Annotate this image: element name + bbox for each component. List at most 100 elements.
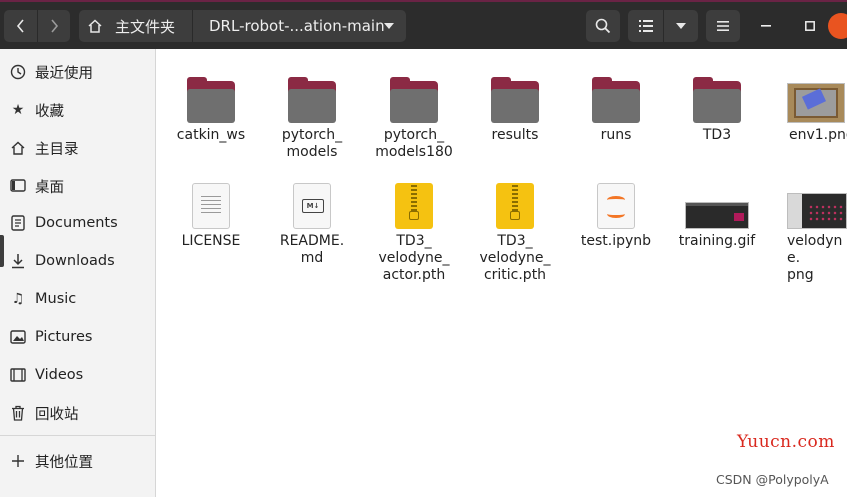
archive-file-icon <box>496 183 534 229</box>
music-icon: ♫ <box>11 291 25 307</box>
picture-icon <box>9 328 27 346</box>
view-options <box>628 10 698 42</box>
desktop-icon <box>9 177 27 195</box>
clock-icon <box>9 63 27 81</box>
sidebar-item-label: 最近使用 <box>35 65 93 82</box>
minimize-icon <box>761 25 771 27</box>
file-name: velodyne. png <box>787 233 843 283</box>
file-name: test.ipynb <box>580 233 652 249</box>
sidebar-item-label: 桌面 <box>35 179 64 196</box>
file-item-catkin-ws[interactable]: catkin_ws <box>160 71 262 144</box>
image-thumbnail <box>787 193 847 229</box>
file-item-results[interactable]: results <box>464 71 566 144</box>
sidebar-divider <box>0 435 155 436</box>
folder-icon <box>592 77 640 123</box>
list-view-button[interactable] <box>628 10 663 42</box>
sidebar-item-starred[interactable]: ★ 收藏 <box>0 92 155 128</box>
folder-icon <box>491 77 539 123</box>
file-item-td3-velodyne-actor[interactable]: TD3_ velodyne_ actor.pth <box>363 177 465 284</box>
file-name: env1.png <box>789 127 847 143</box>
archive-file-icon <box>395 183 433 229</box>
sidebar-item-label: Music <box>35 291 77 307</box>
home-icon <box>9 139 27 157</box>
sidebar-item-label: 回收站 <box>35 406 79 423</box>
file-name: README. md <box>279 233 345 266</box>
folder-icon <box>288 77 336 123</box>
chevron-down-icon <box>384 23 394 29</box>
sidebar-item-label: Pictures <box>35 329 93 345</box>
video-icon <box>9 366 27 384</box>
home-icon <box>88 19 102 33</box>
file-manager-window: 主文件夹 DRL-robot-...ation-main 最近使用 ★ 收藏 主… <box>0 0 847 497</box>
sidebar: 最近使用 ★ 收藏 主目录 桌面 Documents Downloads ♫ M… <box>0 49 156 497</box>
maximize-button[interactable] <box>797 13 823 39</box>
sidebar-item-home[interactable]: 主目录 <box>0 130 155 166</box>
file-name: results <box>491 127 539 143</box>
folder-icon <box>390 77 438 123</box>
sidebar-item-other-locations[interactable]: 其他位置 <box>0 443 155 479</box>
document-icon <box>9 214 27 232</box>
maximize-icon <box>805 21 815 31</box>
forward-button[interactable] <box>37 10 70 42</box>
file-item-td3-velodyne-critic[interactable]: TD3_ velodyne_ critic.pth <box>464 177 566 284</box>
download-icon <box>9 252 27 270</box>
file-item-runs[interactable]: runs <box>565 71 667 144</box>
plus-icon <box>9 452 27 470</box>
sidebar-item-label: Downloads <box>35 253 115 269</box>
hamburger-icon <box>717 21 729 31</box>
file-name: runs <box>600 127 632 143</box>
search-button[interactable] <box>586 10 620 42</box>
file-item-pytorch-models[interactable]: pytorch_ models <box>261 71 363 161</box>
sidebar-item-label: Videos <box>35 367 84 383</box>
sidebar-item-videos[interactable]: Videos <box>0 357 155 393</box>
image-thumbnail <box>685 202 749 229</box>
view-options-dropdown[interactable] <box>663 10 698 42</box>
sidebar-item-desktop[interactable]: 桌面 <box>0 168 155 204</box>
notebook-file-icon <box>597 183 635 229</box>
file-item-pytorch-models180[interactable]: pytorch_ models180 <box>363 71 465 161</box>
file-item-readme[interactable]: M↓ README. md <box>261 177 363 267</box>
author-watermark: CSDN @PolypolyA <box>716 472 829 487</box>
menu-button[interactable] <box>706 10 740 42</box>
file-name: TD3_ velodyne_ critic.pth <box>479 233 551 283</box>
breadcrumb-home[interactable]: 主文件夹 <box>79 10 193 42</box>
site-watermark: Yuucn.com <box>737 432 835 452</box>
file-item-license[interactable]: LICENSE <box>160 177 262 250</box>
breadcrumb-home-label: 主文件夹 <box>115 17 176 36</box>
sidebar-item-label: Documents <box>35 215 118 231</box>
file-item-test-ipynb[interactable]: test.ipynb <box>565 177 667 250</box>
sidebar-item-trash[interactable]: 回收站 <box>0 395 155 431</box>
file-item-velodyne-png[interactable]: velodyne. png <box>767 177 847 284</box>
file-name: TD3 <box>702 127 732 143</box>
file-name: pytorch_ models <box>281 127 343 160</box>
file-item-env1-png[interactable]: env1.png <box>767 71 847 144</box>
sidebar-item-label: 收藏 <box>35 103 64 120</box>
file-name: catkin_ws <box>176 127 246 143</box>
file-item-td3[interactable]: TD3 <box>666 71 768 144</box>
minimize-button[interactable] <box>753 13 779 39</box>
sidebar-item-recent[interactable]: 最近使用 <box>0 54 155 90</box>
file-name: TD3_ velodyne_ actor.pth <box>378 233 450 283</box>
chevron-right-icon <box>51 19 59 33</box>
star-icon: ★ <box>11 102 25 118</box>
file-grid: catkin_ws pytorch_ models pytorch_ model… <box>157 49 847 497</box>
chevron-left-icon <box>16 19 24 33</box>
chevron-down-icon <box>676 23 686 29</box>
navigation-buttons <box>4 10 70 42</box>
sidebar-item-pictures[interactable]: Pictures <box>0 319 155 355</box>
breadcrumb-current[interactable]: DRL-robot-...ation-main <box>193 10 406 42</box>
file-item-training-gif[interactable]: training.gif <box>666 177 768 250</box>
sidebar-item-label: 其他位置 <box>35 454 93 471</box>
close-button[interactable] <box>828 13 847 39</box>
sidebar-item-music[interactable]: ♫ Music <box>0 281 155 317</box>
path-bar: 主文件夹 DRL-robot-...ation-main <box>79 10 406 42</box>
image-thumbnail <box>787 83 845 123</box>
sidebar-item-downloads[interactable]: Downloads <box>0 243 155 279</box>
list-view-icon <box>638 20 653 32</box>
search-icon <box>595 18 611 34</box>
sidebar-item-documents[interactable]: Documents <box>0 205 155 241</box>
header-bar: 主文件夹 DRL-robot-...ation-main <box>0 0 847 49</box>
markdown-file-icon: M↓ <box>293 183 331 229</box>
back-button[interactable] <box>4 10 37 42</box>
sidebar-item-label: 主目录 <box>35 141 79 158</box>
